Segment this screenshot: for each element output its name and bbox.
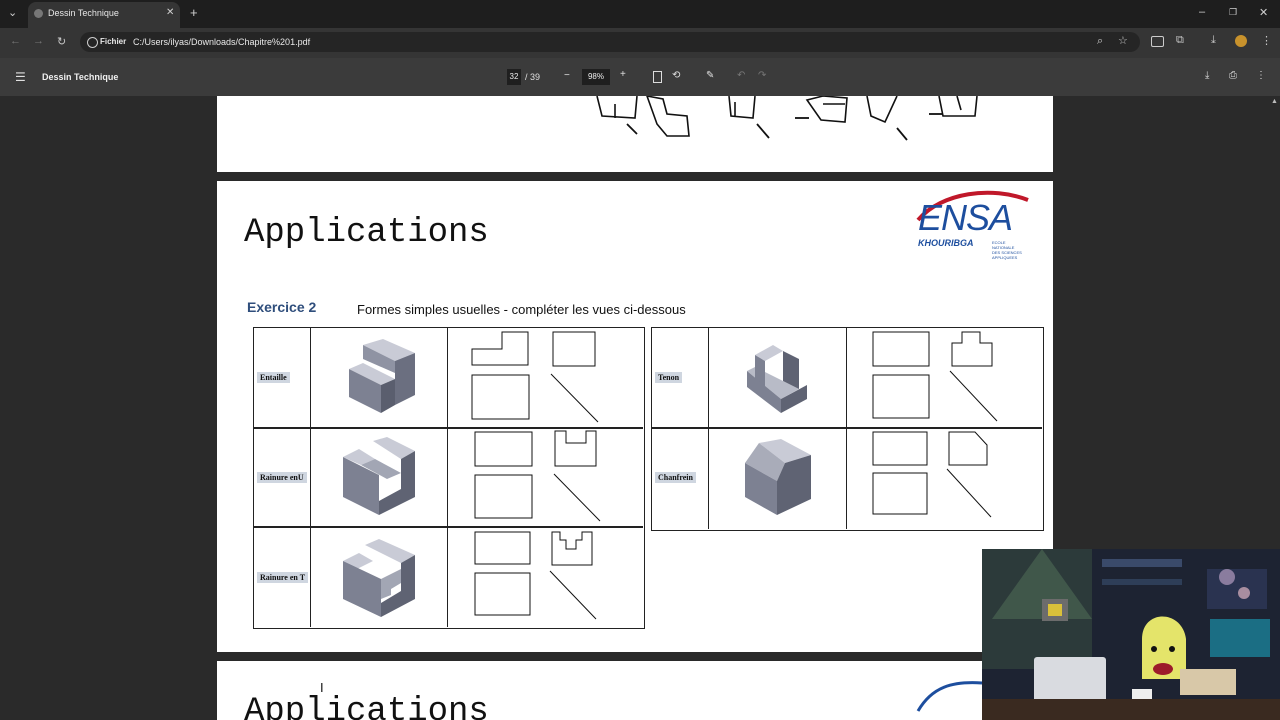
- menu-icon[interactable]: ☰: [15, 70, 26, 84]
- rainure-u-3d-shape: [343, 437, 415, 515]
- page-total: / 39: [525, 72, 541, 82]
- zoom-out-button[interactable]: −: [564, 70, 570, 81]
- close-window-button[interactable]: ✕: [1259, 6, 1268, 19]
- tab-favicon-icon: [34, 9, 43, 18]
- right-exercise-table: Tenon Chanfrein: [651, 327, 1044, 531]
- puzzle-icon[interactable]: ⧉: [1176, 34, 1184, 47]
- forward-arrow-icon[interactable]: →: [33, 35, 44, 47]
- profile-avatar[interactable]: [1235, 35, 1247, 47]
- pdf-toolbar: [0, 58, 1280, 96]
- row-label-rainure-u: Rainure enU: [257, 472, 307, 483]
- fit-page-icon[interactable]: [653, 71, 662, 83]
- site-chip[interactable]: Fichier: [100, 37, 126, 46]
- previous-page: [217, 94, 1053, 172]
- ensa-logo: ENSA KHOURIBGA ECOLE NATIONALE DES SCIEN…: [912, 188, 1037, 268]
- print-icon[interactable]: ⎙: [1229, 70, 1237, 81]
- exercise-label: Exercice 2: [247, 299, 317, 315]
- chanfrein-views: [872, 431, 992, 518]
- more-options-icon[interactable]: ⋮: [1256, 70, 1266, 81]
- downloads-icon[interactable]: ⤓: [1211, 34, 1216, 47]
- pdf-title: Dessin Technique: [42, 72, 119, 82]
- annotate-pen-icon[interactable]: ✎: [706, 70, 714, 81]
- back-arrow-icon[interactable]: ←: [10, 35, 21, 47]
- reload-icon[interactable]: ↻: [57, 35, 66, 48]
- slide-title: Applications: [244, 214, 489, 252]
- exercise-instructions: Formes simples usuelles - compléter les …: [357, 302, 686, 317]
- redo-icon[interactable]: ↷: [758, 70, 766, 81]
- extension-icon[interactable]: [1151, 36, 1164, 47]
- next-logo-swoosh-icon: [916, 681, 983, 712]
- restore-window-button[interactable]: ❐: [1229, 7, 1237, 18]
- entaille-3d-shape: [349, 339, 415, 413]
- zoom-input[interactable]: 98%: [582, 69, 610, 85]
- logo-sub-line: APPLIQUEES: [992, 255, 1018, 260]
- tab-title: Dessin Technique: [48, 8, 119, 18]
- minimize-window-button[interactable]: –: [1199, 6, 1205, 18]
- rotate-icon[interactable]: ⟲: [672, 70, 680, 81]
- tenon-views: [872, 331, 998, 422]
- rainure-t-views: [474, 531, 597, 620]
- new-tab-button[interactable]: +: [190, 5, 198, 20]
- browser-menu-icon[interactable]: ⋮: [1261, 34, 1272, 47]
- logo-main-text: ENSA: [918, 197, 1013, 238]
- zoom-lens-icon[interactable]: ⌕: [1097, 35, 1103, 48]
- zoom-in-button[interactable]: +: [620, 69, 626, 80]
- webcam-scene: [982, 549, 1280, 720]
- row-label-entaille: Entaille: [257, 372, 290, 383]
- tenon-3d-shape: [747, 345, 807, 413]
- row-label-chanfrein: Chanfrein: [655, 472, 696, 483]
- logo-subtitle: ECOLE NATIONALE DES SCIENCES APPLIQUEES: [992, 240, 1022, 260]
- rainure-u-views: [474, 430, 601, 522]
- bookmark-star-icon[interactable]: ☆: [1118, 34, 1128, 47]
- info-icon[interactable]: [87, 37, 98, 48]
- undo-icon[interactable]: ↶: [737, 70, 745, 81]
- row-label-rainure-t: Rainure en T: [257, 572, 309, 583]
- tab-search-chevron-icon[interactable]: ⌄: [8, 6, 17, 19]
- entaille-views: [471, 331, 599, 423]
- tab-close-icon[interactable]: ✕: [166, 7, 174, 18]
- next-page: Applications: [217, 661, 1053, 720]
- next-slide-title: Applications: [244, 693, 489, 720]
- sketch-figures: [596, 94, 978, 141]
- text-cursor-icon: I: [320, 680, 324, 695]
- logo-city: KHOURIBGA: [918, 238, 974, 248]
- url-text[interactable]: C:/Users/ilyas/Downloads/Chapitre%201.pd…: [133, 37, 310, 47]
- rainure-t-3d-shape: [343, 539, 415, 617]
- chanfrein-3d-shape: [745, 439, 811, 515]
- page-number-input[interactable]: 32: [507, 69, 521, 85]
- download-icon[interactable]: ⤓: [1205, 70, 1209, 81]
- scroll-up-icon[interactable]: ▲: [1271, 98, 1278, 105]
- left-exercise-table: Entaille Rainure enU Rainure en T: [253, 327, 645, 629]
- streamer-webcam-overlay: [982, 549, 1280, 720]
- row-label-tenon: Tenon: [655, 372, 683, 383]
